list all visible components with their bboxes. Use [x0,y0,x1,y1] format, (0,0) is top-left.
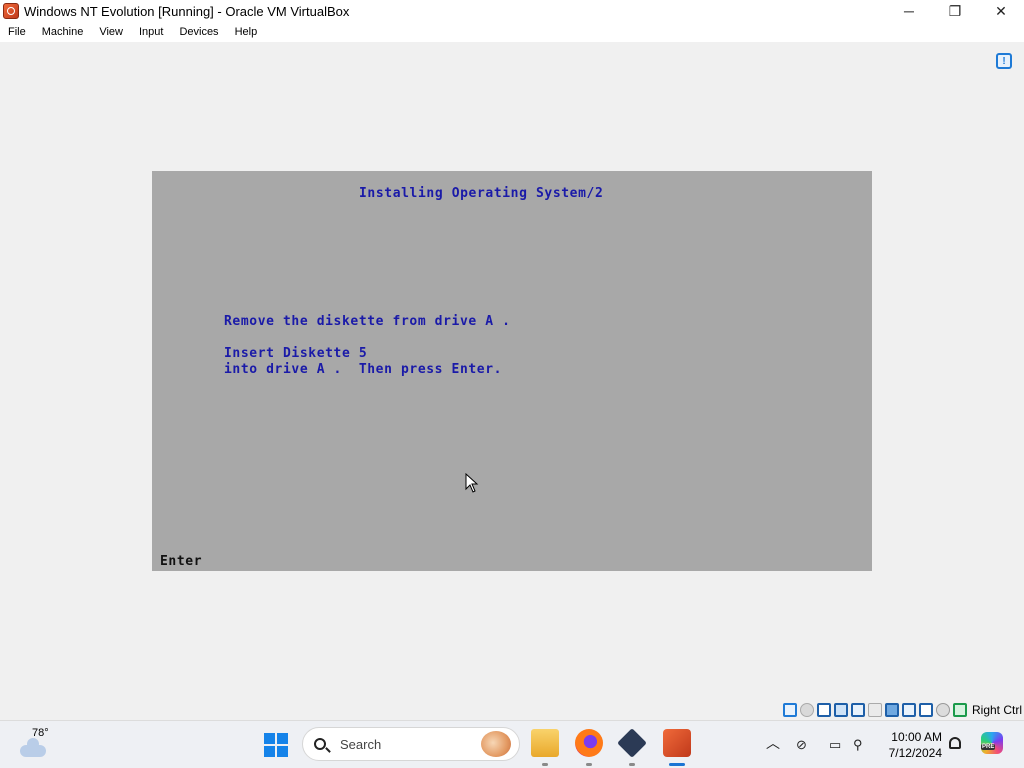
floppy-icon[interactable] [816,703,831,717]
search-placeholder: Search [340,736,382,752]
start-tile [264,733,275,744]
menu-devices[interactable]: Devices [171,26,226,38]
title-bar: Windows NT Evolution [Running] - Oracle … [0,0,1024,22]
weather-widget[interactable]: 78° [18,727,58,763]
recording-icon[interactable] [901,703,916,717]
menu-machine[interactable]: Machine [34,26,92,38]
menu-help[interactable]: Help [227,26,266,38]
vm-instruction-press: into drive A . Then press Enter. [224,362,503,377]
network-offline-icon[interactable]: ⊘ [796,737,807,753]
vm-instruction-insert: Insert Diskette 5 [224,346,368,361]
maximize-button[interactable]: ❐ [932,0,978,22]
virtualbox-vm-icon [3,3,19,19]
start-tile [277,746,288,757]
vm-status-line: Enter [160,554,203,569]
display-project-icon[interactable]: ▭ [829,737,841,753]
battery-status-icon[interactable]: ⚲ [853,737,863,753]
copilot-icon[interactable]: PRE [981,732,1003,754]
menu-view[interactable]: View [91,26,131,38]
virtualbox-manager-icon[interactable] [617,728,647,766]
window-title: Windows NT Evolution [Running] - Oracle … [24,3,350,19]
menu-file[interactable]: File [0,26,34,38]
shared-folder-icon[interactable] [867,703,882,717]
clock-time: 10:00 AM [891,730,942,744]
menu-input[interactable]: Input [131,26,171,38]
vm-install-title: Installing Operating System/2 [359,186,604,201]
vbox-status-bar: Right Ctrl [782,701,1022,719]
virtualization-icon[interactable] [918,703,933,717]
display-icon[interactable] [884,703,899,717]
mouse-cursor-icon [465,473,479,493]
preview-badge: PRE [981,744,996,750]
start-button[interactable] [264,733,288,757]
usb-icon[interactable] [833,703,848,717]
cloud-icon [20,738,46,757]
taskbar: 78° Search ︿ ⊘ ▭ ⚲ 10:00 AM 7/12/2024 PR… [0,720,1024,768]
notification-icon[interactable]: ! [996,53,1012,69]
notification-bell-icon[interactable] [949,737,961,749]
clock[interactable]: 10:00 AM 7/12/2024 [880,729,942,761]
network-icon[interactable] [850,703,865,717]
host-key-icon[interactable] [952,703,967,717]
virtualbox-vm-taskbar-icon[interactable] [663,729,691,766]
start-tile [264,746,275,757]
firefox-icon[interactable] [575,729,603,766]
vm-display[interactable]: Installing Operating System/2 Remove the… [152,171,872,571]
optical-drive-icon[interactable] [782,703,797,717]
search-highlight-icon [481,731,511,757]
window-controls: ─ ❐ ✕ [886,0,1024,22]
file-explorer-icon[interactable] [531,729,559,766]
taskbar-search-box[interactable]: Search [302,727,520,761]
mouse-integration-icon[interactable] [935,703,950,717]
minimize-button[interactable]: ─ [886,0,932,22]
close-button[interactable]: ✕ [978,0,1024,22]
start-tile [277,733,288,744]
clock-date: 7/12/2024 [888,746,942,760]
tray-overflow-chevron-icon[interactable]: ︿ [766,733,780,753]
audio-icon[interactable] [799,703,814,717]
vm-instruction-remove: Remove the diskette from drive A . [224,314,511,329]
search-icon [314,738,326,750]
host-key-label: Right Ctrl [971,703,1022,717]
menu-bar: File Machine View Input Devices Help [0,22,1024,42]
